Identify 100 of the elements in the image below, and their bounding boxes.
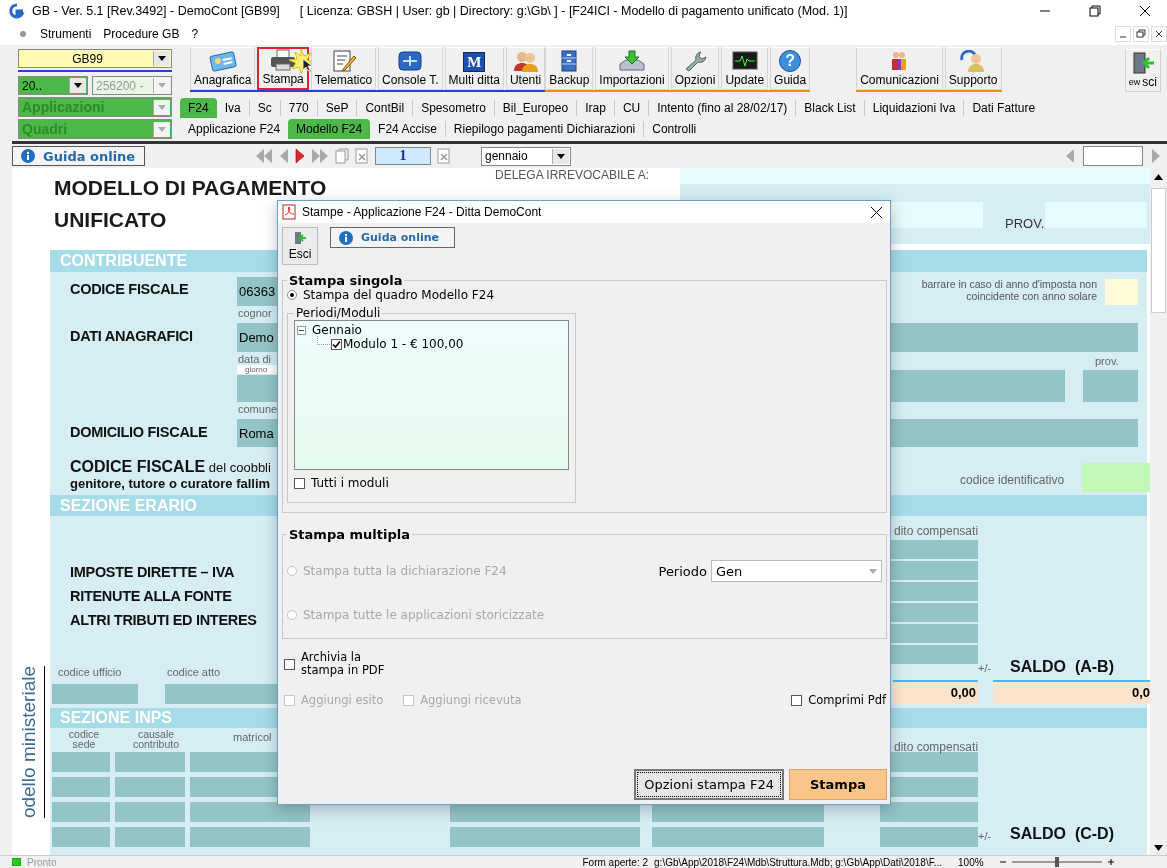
page-field[interactable] bbox=[1083, 146, 1143, 166]
section-tab[interactable]: Riepilogo pagamenti Dichiarazioni bbox=[444, 120, 644, 137]
scroll-up-icon[interactable] bbox=[1154, 174, 1163, 180]
page-number-field[interactable]: 1 bbox=[375, 147, 431, 165]
toolbar-button[interactable]: Backup bbox=[545, 47, 594, 90]
toolbar-button[interactable]: Console T. bbox=[378, 47, 443, 90]
first-page-icon[interactable] bbox=[255, 149, 273, 163]
form-field[interactable] bbox=[52, 684, 138, 704]
checkbox-option[interactable]: Comprimi Pdf bbox=[791, 693, 886, 707]
scroll-left-icon[interactable] bbox=[1065, 149, 1075, 163]
print-options-button[interactable]: Opzioni stampa F24 bbox=[634, 769, 784, 800]
periods-tree[interactable]: Gennaio Modulo 1 - € 100,00 bbox=[294, 320, 569, 470]
module-tab[interactable]: Irap bbox=[576, 99, 614, 116]
online-help-button[interactable]: Guida online bbox=[330, 227, 455, 248]
exit-button[interactable]: ew sci bbox=[1124, 49, 1161, 92]
form-field[interactable] bbox=[52, 752, 110, 772]
checkbox[interactable] bbox=[294, 477, 305, 489]
close-icon[interactable] bbox=[1139, 5, 1151, 17]
form-field[interactable] bbox=[52, 802, 110, 822]
previous-page-icon[interactable] bbox=[279, 149, 289, 163]
checkbox-option[interactable]: Archivia la stampa in PDF bbox=[284, 651, 890, 677]
period-combo[interactable]: Gen bbox=[711, 560, 882, 582]
copy-page-icon[interactable] bbox=[335, 148, 349, 164]
toolbar-button[interactable]: Telematico bbox=[310, 47, 377, 90]
module-tab[interactable]: Intento (fino al 28/02/17) bbox=[648, 99, 796, 116]
section-tab[interactable]: Controlli bbox=[643, 120, 705, 137]
company-combo[interactable]: GB99 bbox=[18, 49, 172, 68]
toolbar-button[interactable]: Utenti bbox=[505, 47, 546, 90]
form-field[interactable] bbox=[880, 827, 978, 847]
scroll-right-icon[interactable] bbox=[1151, 149, 1161, 163]
year-combo[interactable]: 20.. bbox=[18, 76, 88, 95]
last-page-icon[interactable] bbox=[311, 149, 329, 163]
restore-icon[interactable] bbox=[1133, 25, 1149, 42]
form-field[interactable] bbox=[52, 777, 110, 797]
month-combo[interactable]: gennaio bbox=[481, 146, 571, 166]
form-field[interactable] bbox=[52, 827, 110, 847]
toolbar-button[interactable]: Anagrafica bbox=[190, 47, 256, 90]
zoom-slider-thumb[interactable] bbox=[1054, 857, 1059, 867]
form-field[interactable] bbox=[115, 752, 185, 772]
zoom-out-icon[interactable] bbox=[999, 859, 1006, 865]
checkbox[interactable] bbox=[331, 338, 342, 350]
form-field[interactable] bbox=[1082, 463, 1150, 492]
module-tab[interactable]: ContBil bbox=[356, 99, 413, 116]
form-field[interactable] bbox=[115, 827, 185, 847]
scroll-down-icon[interactable] bbox=[1154, 845, 1163, 851]
form-field[interactable] bbox=[450, 827, 640, 847]
form-field[interactable] bbox=[652, 827, 824, 847]
toolbar-button[interactable]: Importazioni bbox=[595, 47, 669, 90]
scrollbar-thumb[interactable] bbox=[1151, 188, 1166, 313]
form-field[interactable] bbox=[1083, 370, 1138, 402]
module-tab[interactable]: Liquidazioni Iva bbox=[863, 99, 964, 116]
online-help-button[interactable]: Guida online bbox=[12, 146, 145, 166]
module-tab[interactable]: Black List bbox=[795, 99, 864, 116]
collapse-icon[interactable] bbox=[297, 325, 306, 335]
form-field[interactable] bbox=[190, 827, 310, 847]
print-button[interactable]: Stampa bbox=[789, 769, 887, 800]
module-tab[interactable]: F24 bbox=[180, 97, 217, 118]
form-field[interactable] bbox=[880, 802, 978, 822]
checkbox-option[interactable]: Tutti i moduli bbox=[294, 476, 569, 490]
exit-button[interactable]: Esci bbox=[282, 227, 318, 265]
form-field[interactable] bbox=[190, 802, 310, 822]
form-field[interactable] bbox=[115, 777, 185, 797]
section-tab[interactable]: Applicazione F24 bbox=[180, 120, 289, 137]
module-tab[interactable]: Bil_Europeo bbox=[493, 99, 577, 116]
menu-item[interactable]: Strumenti bbox=[34, 26, 98, 41]
section-tab[interactable]: F24 Accise bbox=[370, 120, 445, 137]
toolbar-button[interactable]: M Multi ditta bbox=[444, 47, 504, 90]
toolbar-button[interactable]: Update bbox=[721, 47, 769, 90]
module-tab[interactable]: Dati Fatture bbox=[963, 99, 1044, 116]
play-icon[interactable] bbox=[295, 149, 305, 163]
module-tab[interactable]: CU bbox=[613, 99, 649, 116]
minimize-icon[interactable] bbox=[1115, 25, 1131, 42]
total-field[interactable]: 0,0 bbox=[993, 680, 1150, 704]
delete-page-icon[interactable] bbox=[355, 148, 369, 164]
section-tab[interactable]: Modello F24 bbox=[288, 118, 371, 139]
tree-item[interactable]: Modulo 1 - € 100,00 bbox=[343, 337, 464, 351]
radio-option[interactable]: Stampa del quadro Modello F24 bbox=[287, 288, 882, 302]
module-tab[interactable]: SeP bbox=[316, 99, 357, 116]
module-tab[interactable]: Sc bbox=[248, 99, 280, 116]
total-field[interactable]: 0,00 bbox=[893, 680, 978, 704]
toolbar-button[interactable]: Stampa bbox=[257, 47, 309, 90]
toolbar-button[interactable]: ? Guida bbox=[770, 47, 811, 90]
close-icon[interactable] bbox=[871, 206, 882, 218]
toolbar-button[interactable]: Supporto bbox=[944, 47, 1002, 90]
zoom-in-icon[interactable] bbox=[1107, 859, 1114, 865]
toolbar-button[interactable]: Comunicazioni bbox=[856, 47, 943, 90]
module-tab[interactable]: 770 bbox=[279, 99, 317, 116]
form-field[interactable] bbox=[890, 323, 1138, 352]
tree-node[interactable]: Gennaio bbox=[297, 323, 566, 337]
menu-item[interactable]: Procedure GB bbox=[97, 26, 186, 41]
delete-page-icon[interactable] bbox=[437, 148, 451, 164]
tax-year-field[interactable] bbox=[1105, 279, 1138, 305]
menu-item[interactable]: ? bbox=[185, 26, 205, 41]
radio-button[interactable] bbox=[287, 290, 297, 300]
checkbox[interactable] bbox=[791, 694, 803, 706]
form-field[interactable] bbox=[115, 802, 185, 822]
restore-icon[interactable] bbox=[1089, 5, 1101, 17]
checkbox[interactable] bbox=[284, 658, 295, 670]
toolbar-button[interactable]: Opzioni bbox=[670, 47, 720, 90]
module-tab[interactable]: Spesometro bbox=[412, 99, 494, 116]
